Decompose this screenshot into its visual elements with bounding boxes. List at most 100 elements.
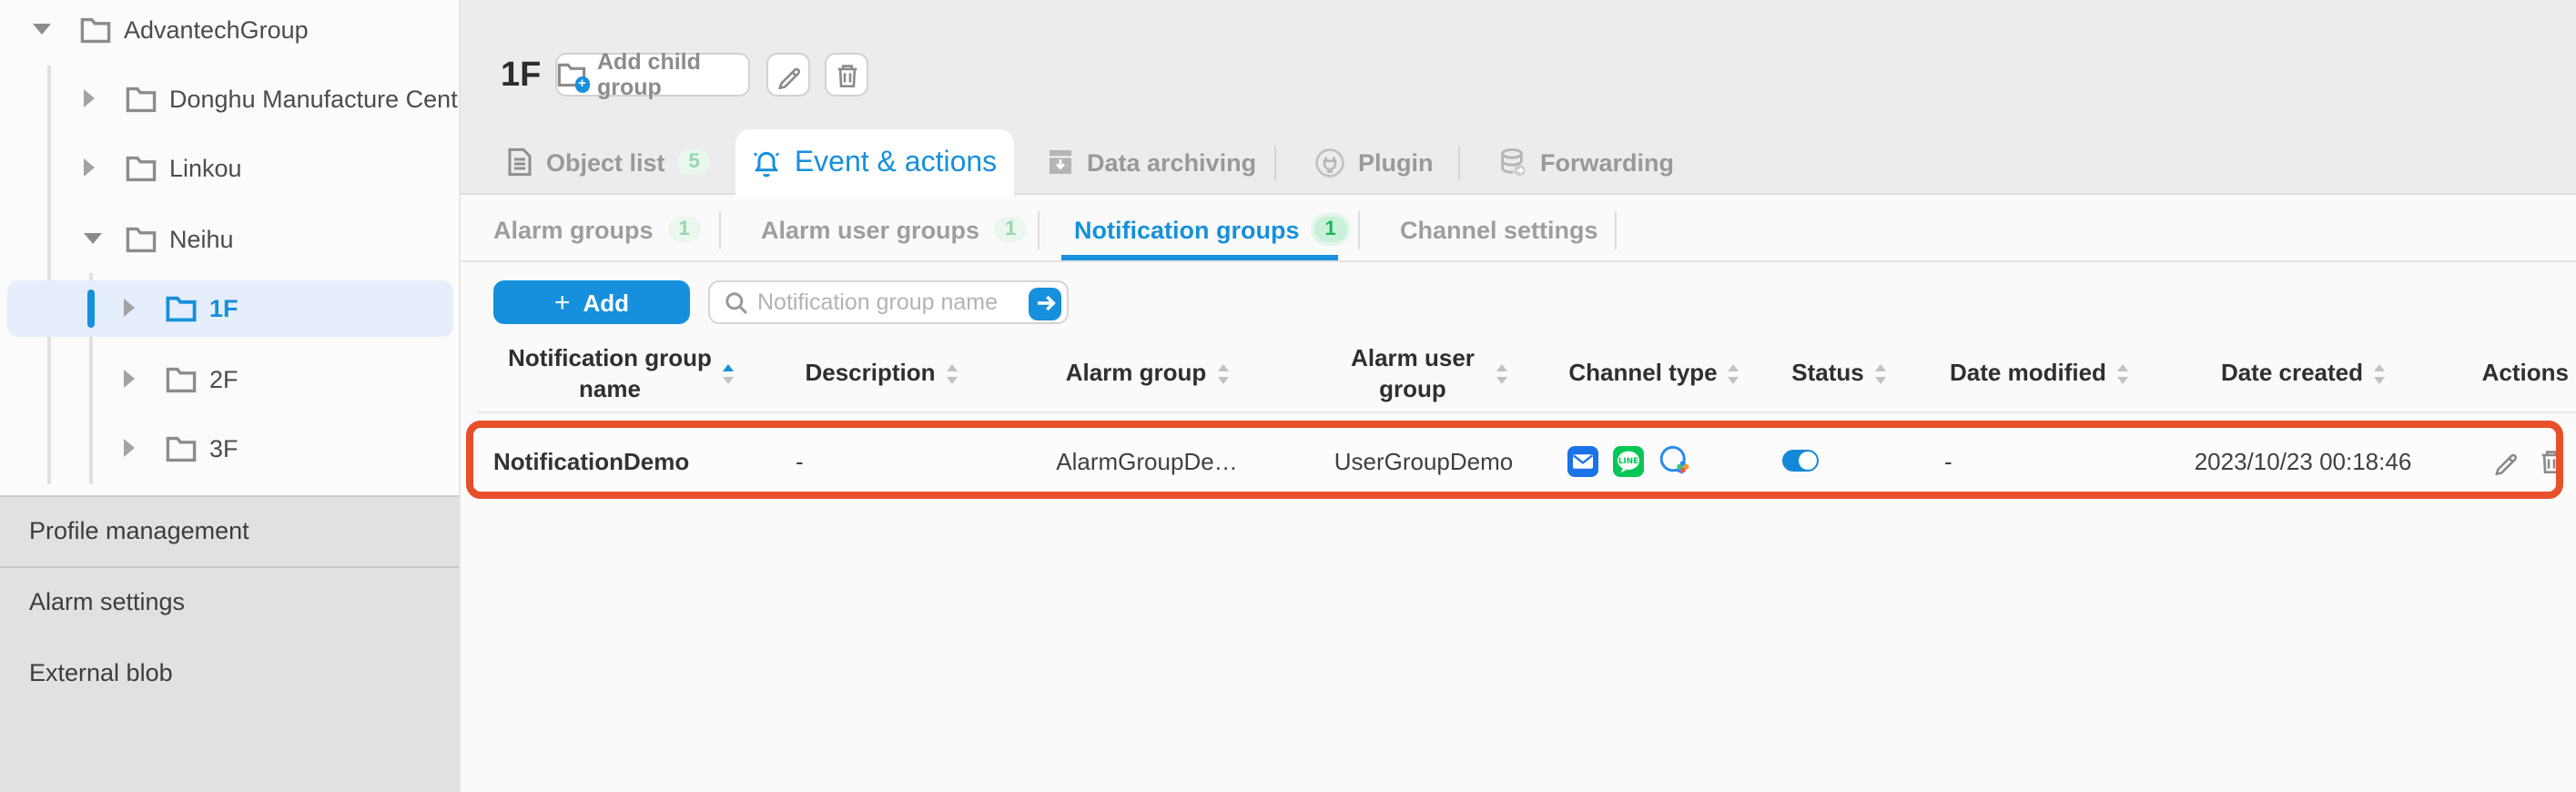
tree-item-label: 1F	[209, 294, 238, 321]
cell-actions	[2449, 424, 2576, 497]
sort-arrows[interactable]	[1217, 365, 1228, 384]
tree-item-label: Donghu Manufacture Center	[169, 85, 461, 112]
subtab-label: Alarm user groups	[761, 216, 979, 243]
edit-row-icon[interactable]	[2492, 447, 2520, 474]
subtab-divider	[1615, 211, 1617, 249]
caret-right-icon[interactable]	[124, 299, 135, 317]
column-header-date-created[interactable]: Date created	[2157, 337, 2449, 411]
archive-icon	[1047, 147, 1074, 177]
sort-arrows[interactable]	[1729, 365, 1739, 384]
subtab-alarm-user-groups[interactable]: Alarm user groups 1	[761, 197, 1027, 262]
search-submit-button[interactable]	[1029, 287, 1061, 320]
column-header-channel-type[interactable]: Channel type	[1551, 337, 1757, 411]
sort-arrows[interactable]	[2117, 365, 2128, 384]
edit-group-button[interactable]	[766, 53, 810, 96]
cell-channel-type: LINE	[1551, 424, 1757, 497]
folder-icon	[126, 85, 157, 112]
tab-data-archiving[interactable]: Data archiving	[1047, 129, 1256, 195]
column-header-description[interactable]: Description	[765, 337, 998, 411]
plug-icon	[1314, 147, 1345, 178]
email-channel-icon	[1567, 445, 1598, 476]
document-icon	[506, 147, 533, 177]
tab-object-list[interactable]: Object list 5	[506, 129, 711, 195]
cell-status	[1757, 424, 1921, 497]
folder-icon	[80, 15, 111, 43]
line-channel-icon: LINE	[1613, 445, 1644, 476]
trash-icon	[833, 61, 860, 88]
add-child-group-label: Add child group	[597, 49, 748, 100]
sidebar-item-alarm-settings[interactable]: Alarm settings	[0, 567, 461, 637]
subtab-channel-settings[interactable]: Channel settings	[1400, 197, 1598, 262]
tree-item-advantechgroup[interactable]: AdvantechGroup	[0, 0, 461, 58]
tab-label: Object list	[546, 148, 665, 176]
tree-item-2f[interactable]: 2F	[0, 350, 461, 408]
sort-arrows[interactable]	[2374, 365, 2385, 384]
svg-text:LINE: LINE	[1618, 456, 1638, 465]
add-child-group-button[interactable]: + Add child group	[555, 53, 750, 96]
search-box	[708, 280, 1069, 324]
tree-item-donghu[interactable]: Donghu Manufacture Center	[0, 69, 461, 127]
cell-description: -	[765, 424, 998, 497]
menu-item-label: External blob	[29, 659, 173, 686]
caret-down-icon[interactable]	[33, 24, 51, 35]
tab-plugin[interactable]: Plugin	[1314, 129, 1434, 195]
cell-date-modified: -	[1921, 424, 2157, 497]
caret-right-icon[interactable]	[84, 158, 95, 177]
tree-item-label: AdvantechGroup	[124, 15, 309, 43]
delete-row-icon[interactable]	[2538, 447, 2565, 474]
sort-arrows[interactable]	[947, 365, 958, 384]
subtab-notification-groups[interactable]: Notification groups 1	[1074, 197, 1347, 262]
caret-down-icon[interactable]	[84, 233, 102, 244]
caret-right-icon[interactable]	[124, 370, 135, 388]
tab-label: Data archiving	[1087, 148, 1256, 176]
menu-item-label: Profile management	[29, 518, 249, 545]
column-header-alarm-user-group[interactable]: Alarm user group	[1296, 337, 1551, 411]
toggle-knob	[1799, 452, 1817, 470]
sidebar-item-profile-management[interactable]: Profile management	[0, 497, 461, 567]
tab-event-actions[interactable]: Event & actions	[735, 129, 1014, 197]
tab-label: Forwarding	[1540, 148, 1674, 176]
active-subtab-underline	[1061, 254, 1338, 260]
sort-arrows[interactable]	[1496, 365, 1507, 384]
cell-notification-group-name: NotificationDemo	[477, 424, 765, 497]
tree-item-3f[interactable]: 3F	[0, 419, 461, 477]
table-row[interactable]: NotificationDemo - AlarmGroupDe… UserGro…	[477, 424, 2576, 497]
group-header: 1F + Add child group	[461, 0, 2576, 129]
folder-icon	[166, 434, 197, 462]
subtab-label: Notification groups	[1074, 216, 1300, 243]
caret-right-icon[interactable]	[124, 439, 135, 457]
tab-divider	[1274, 146, 1276, 180]
column-header-notification-group-name[interactable]: Notification group name	[477, 337, 765, 411]
sidebar-item-external-blob[interactable]: External blob	[0, 637, 461, 707]
subtab-count-badge: 1	[994, 217, 1027, 242]
add-button-label: Add	[583, 289, 629, 316]
add-notification-group-button[interactable]: + Add	[493, 280, 690, 324]
menu-item-label: Alarm settings	[29, 589, 185, 616]
sort-arrows[interactable]	[723, 365, 734, 384]
sort-arrows[interactable]	[1875, 365, 1886, 384]
app-window: AdvantechGroup Donghu Manufacture Center…	[0, 0, 2576, 792]
folder-icon	[166, 294, 197, 321]
tree-item-1f[interactable]: 1F	[0, 279, 461, 337]
tree-item-neihu[interactable]: Neihu	[0, 209, 461, 268]
status-toggle-on[interactable]	[1782, 450, 1819, 472]
sidebar: AdvantechGroup Donghu Manufacture Center…	[0, 0, 461, 792]
subtab-alarm-groups[interactable]: Alarm groups 1	[493, 197, 701, 262]
subtab-divider	[719, 211, 721, 249]
subtab-count-badge: 1	[1314, 217, 1347, 242]
search-icon	[725, 291, 748, 315]
search-input[interactable]	[757, 284, 1012, 320]
column-header-status[interactable]: Status	[1757, 337, 1921, 411]
main-content: 1F + Add child group Object list 5	[461, 0, 2576, 792]
column-header-actions: Actions	[2449, 337, 2576, 411]
tab-forwarding[interactable]: Forwarding	[1498, 129, 1674, 195]
caret-right-icon[interactable]	[84, 89, 95, 107]
subtab-label: Channel settings	[1400, 216, 1598, 243]
tree-item-label: Linkou	[169, 154, 242, 181]
page-title: 1F	[501, 56, 541, 96]
arrow-right-icon	[1035, 293, 1055, 313]
column-header-date-modified[interactable]: Date modified	[1921, 337, 2157, 411]
column-header-alarm-group[interactable]: Alarm group	[998, 337, 1296, 411]
tree-item-linkou[interactable]: Linkou	[0, 138, 461, 197]
delete-group-button[interactable]	[825, 53, 868, 96]
